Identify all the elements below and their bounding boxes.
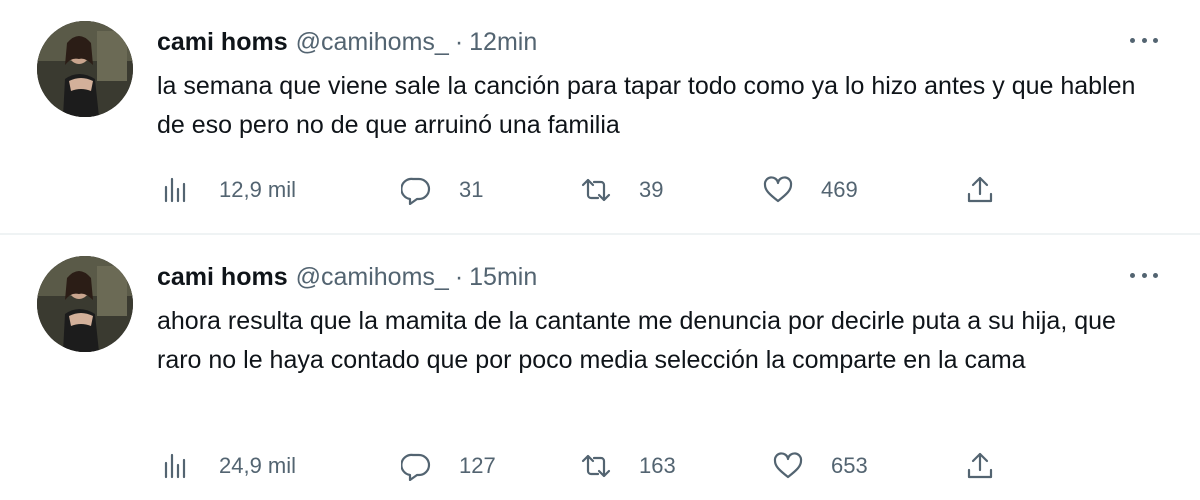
avatar[interactable] bbox=[37, 256, 133, 352]
more-dots-icon[interactable] bbox=[1126, 265, 1162, 285]
separator-dot: · bbox=[454, 263, 464, 291]
reply-bubble-icon bbox=[401, 453, 431, 481]
share-upload-icon bbox=[967, 176, 993, 203]
author-handle[interactable]: @camihoms_ bbox=[296, 27, 449, 57]
like-count: 653 bbox=[831, 453, 868, 478]
reply-button[interactable]: 31 bbox=[401, 172, 483, 208]
separator-dot: · bbox=[454, 28, 464, 56]
share-button[interactable] bbox=[965, 448, 995, 484]
tweet-timeline: cami homs @camihoms_ · 12min la semana q… bbox=[0, 0, 1200, 500]
views-count: 12,9 mil bbox=[219, 177, 297, 202]
author-name[interactable]: cami homs bbox=[157, 262, 288, 292]
views-count: 24,9 mil bbox=[219, 453, 297, 478]
views-chart-icon bbox=[164, 177, 186, 203]
tweet-timestamp[interactable]: 12min bbox=[469, 27, 537, 57]
share-button[interactable] bbox=[965, 172, 995, 208]
tweet-text: ahora resulta que la mamita de la cantan… bbox=[157, 307, 1116, 374]
retweet-icon bbox=[581, 178, 611, 202]
tweet-text: la semana que viene sale la canción para… bbox=[157, 72, 1136, 139]
like-button[interactable]: 469 bbox=[763, 172, 858, 208]
tweet-card[interactable]: cami homs @camihoms_ · 15min ahora resul… bbox=[0, 235, 1200, 500]
retweet-icon bbox=[581, 454, 611, 478]
author-name[interactable]: cami homs bbox=[157, 27, 288, 57]
views-button[interactable]: 12,9 mil bbox=[161, 172, 296, 208]
retweet-button[interactable]: 163 bbox=[581, 448, 676, 484]
reply-button[interactable]: 127 bbox=[401, 448, 496, 484]
tweet-card[interactable]: cami homs @camihoms_ · 12min la semana q… bbox=[0, 0, 1200, 233]
views-chart-icon bbox=[164, 453, 186, 479]
tweet-timestamp[interactable]: 15min bbox=[469, 262, 537, 292]
author-handle[interactable]: @camihoms_ bbox=[296, 262, 449, 292]
heart-icon bbox=[773, 452, 803, 479]
retweet-count: 163 bbox=[639, 453, 676, 478]
avatar[interactable] bbox=[37, 21, 133, 117]
reply-bubble-icon bbox=[401, 177, 431, 205]
share-upload-icon bbox=[967, 452, 993, 479]
like-count: 469 bbox=[821, 177, 858, 202]
tweet-header: cami homs @camihoms_ · 12min bbox=[157, 27, 537, 57]
reply-count: 31 bbox=[459, 177, 484, 202]
more-dots-icon[interactable] bbox=[1126, 30, 1162, 50]
retweet-button[interactable]: 39 bbox=[581, 172, 663, 208]
like-button[interactable]: 653 bbox=[773, 448, 868, 484]
retweet-count: 39 bbox=[639, 177, 664, 202]
reply-count: 127 bbox=[459, 453, 496, 478]
heart-icon bbox=[763, 176, 793, 203]
tweet-header: cami homs @camihoms_ · 15min bbox=[157, 262, 537, 292]
views-button[interactable]: 24,9 mil bbox=[161, 448, 296, 484]
tweet-actions: 12,9 mil 31 39 469 bbox=[157, 172, 1007, 208]
tweet-actions: 24,9 mil 127 163 653 bbox=[157, 448, 1007, 484]
